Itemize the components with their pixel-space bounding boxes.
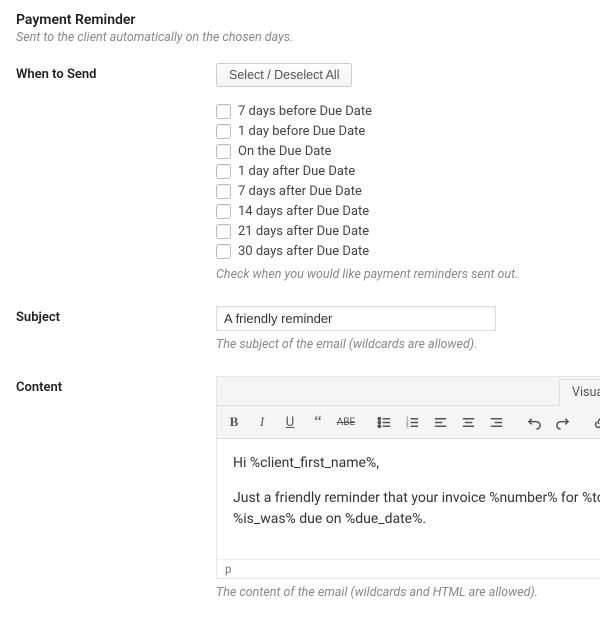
link-button[interactable] bbox=[587, 409, 600, 435]
section-description: Sent to the client automatically on the … bbox=[16, 30, 584, 45]
editor-toolbar: B I U “ ABE 123 bbox=[217, 405, 600, 439]
row-when-to-send: When to Send Select / Deselect All 7 day… bbox=[16, 63, 584, 282]
undo-button[interactable] bbox=[521, 409, 547, 435]
when-option-label: On the Due Date bbox=[238, 144, 331, 159]
when-label: When to Send bbox=[16, 63, 216, 82]
italic-button[interactable]: I bbox=[249, 409, 275, 435]
underline-button[interactable]: U bbox=[277, 409, 303, 435]
checkbox-icon[interactable] bbox=[216, 124, 231, 139]
editor-path-status: p bbox=[225, 562, 231, 576]
when-option-label: 1 day after Due Date bbox=[238, 164, 355, 179]
when-option-label: 1 day before Due Date bbox=[238, 124, 365, 139]
content-help-text: The content of the email (wildcards and … bbox=[216, 585, 600, 600]
align-right-button[interactable] bbox=[483, 409, 509, 435]
svg-text:3: 3 bbox=[405, 423, 408, 429]
editor-content-area[interactable]: Hi %client_first_name%, Just a friendly … bbox=[217, 439, 600, 559]
subject-label: Subject bbox=[16, 306, 216, 325]
blockquote-button[interactable]: “ bbox=[305, 409, 331, 435]
when-option[interactable]: 7 days before Due Date bbox=[216, 101, 584, 121]
when-option[interactable]: On the Due Date bbox=[216, 141, 584, 161]
bulleted-list-button[interactable] bbox=[371, 409, 397, 435]
rich-text-editor: Visual Text B I U “ ABE 123 bbox=[216, 376, 600, 579]
align-left-button[interactable] bbox=[427, 409, 453, 435]
bold-button[interactable]: B bbox=[221, 409, 247, 435]
tab-visual[interactable]: Visual bbox=[559, 379, 600, 406]
when-option-label: 14 days after Due Date bbox=[238, 204, 369, 219]
redo-button[interactable] bbox=[549, 409, 575, 435]
numbered-list-button[interactable]: 123 bbox=[399, 409, 425, 435]
when-option[interactable]: 1 day before Due Date bbox=[216, 121, 584, 141]
subject-input[interactable] bbox=[216, 306, 496, 331]
when-option-label: 7 days after Due Date bbox=[238, 184, 362, 199]
select-deselect-all-button[interactable]: Select / Deselect All bbox=[216, 63, 352, 87]
when-option[interactable]: 21 days after Due Date bbox=[216, 221, 584, 241]
when-option[interactable]: 1 day after Due Date bbox=[216, 161, 584, 181]
align-center-button[interactable] bbox=[455, 409, 481, 435]
when-option[interactable]: 14 days after Due Date bbox=[216, 201, 584, 221]
checkbox-icon[interactable] bbox=[216, 184, 231, 199]
checkbox-icon[interactable] bbox=[216, 164, 231, 179]
when-option-label: 30 days after Due Date bbox=[238, 244, 369, 259]
when-option-label: 7 days before Due Date bbox=[238, 104, 372, 119]
section-title: Payment Reminder bbox=[16, 12, 584, 28]
when-help-text: Check when you would like payment remind… bbox=[216, 267, 584, 282]
checkbox-icon[interactable] bbox=[216, 104, 231, 119]
strikethrough-button[interactable]: ABE bbox=[333, 409, 359, 435]
content-paragraph-2: Just a friendly reminder that your invoi… bbox=[233, 488, 600, 530]
checkbox-icon[interactable] bbox=[216, 144, 231, 159]
checkbox-icon[interactable] bbox=[216, 244, 231, 259]
row-content: Content Visual Text B I U “ ABE 123 bbox=[16, 376, 584, 600]
content-label: Content bbox=[16, 376, 216, 395]
when-option-label: 21 days after Due Date bbox=[238, 224, 369, 239]
checkbox-icon[interactable] bbox=[216, 224, 231, 239]
when-option[interactable]: 7 days after Due Date bbox=[216, 181, 584, 201]
row-subject: Subject The subject of the email (wildca… bbox=[16, 306, 584, 352]
checkbox-icon[interactable] bbox=[216, 204, 231, 219]
subject-help-text: The subject of the email (wildcards are … bbox=[216, 337, 584, 352]
content-paragraph-1: Hi %client_first_name%, bbox=[233, 453, 600, 474]
when-option[interactable]: 30 days after Due Date bbox=[216, 241, 584, 261]
